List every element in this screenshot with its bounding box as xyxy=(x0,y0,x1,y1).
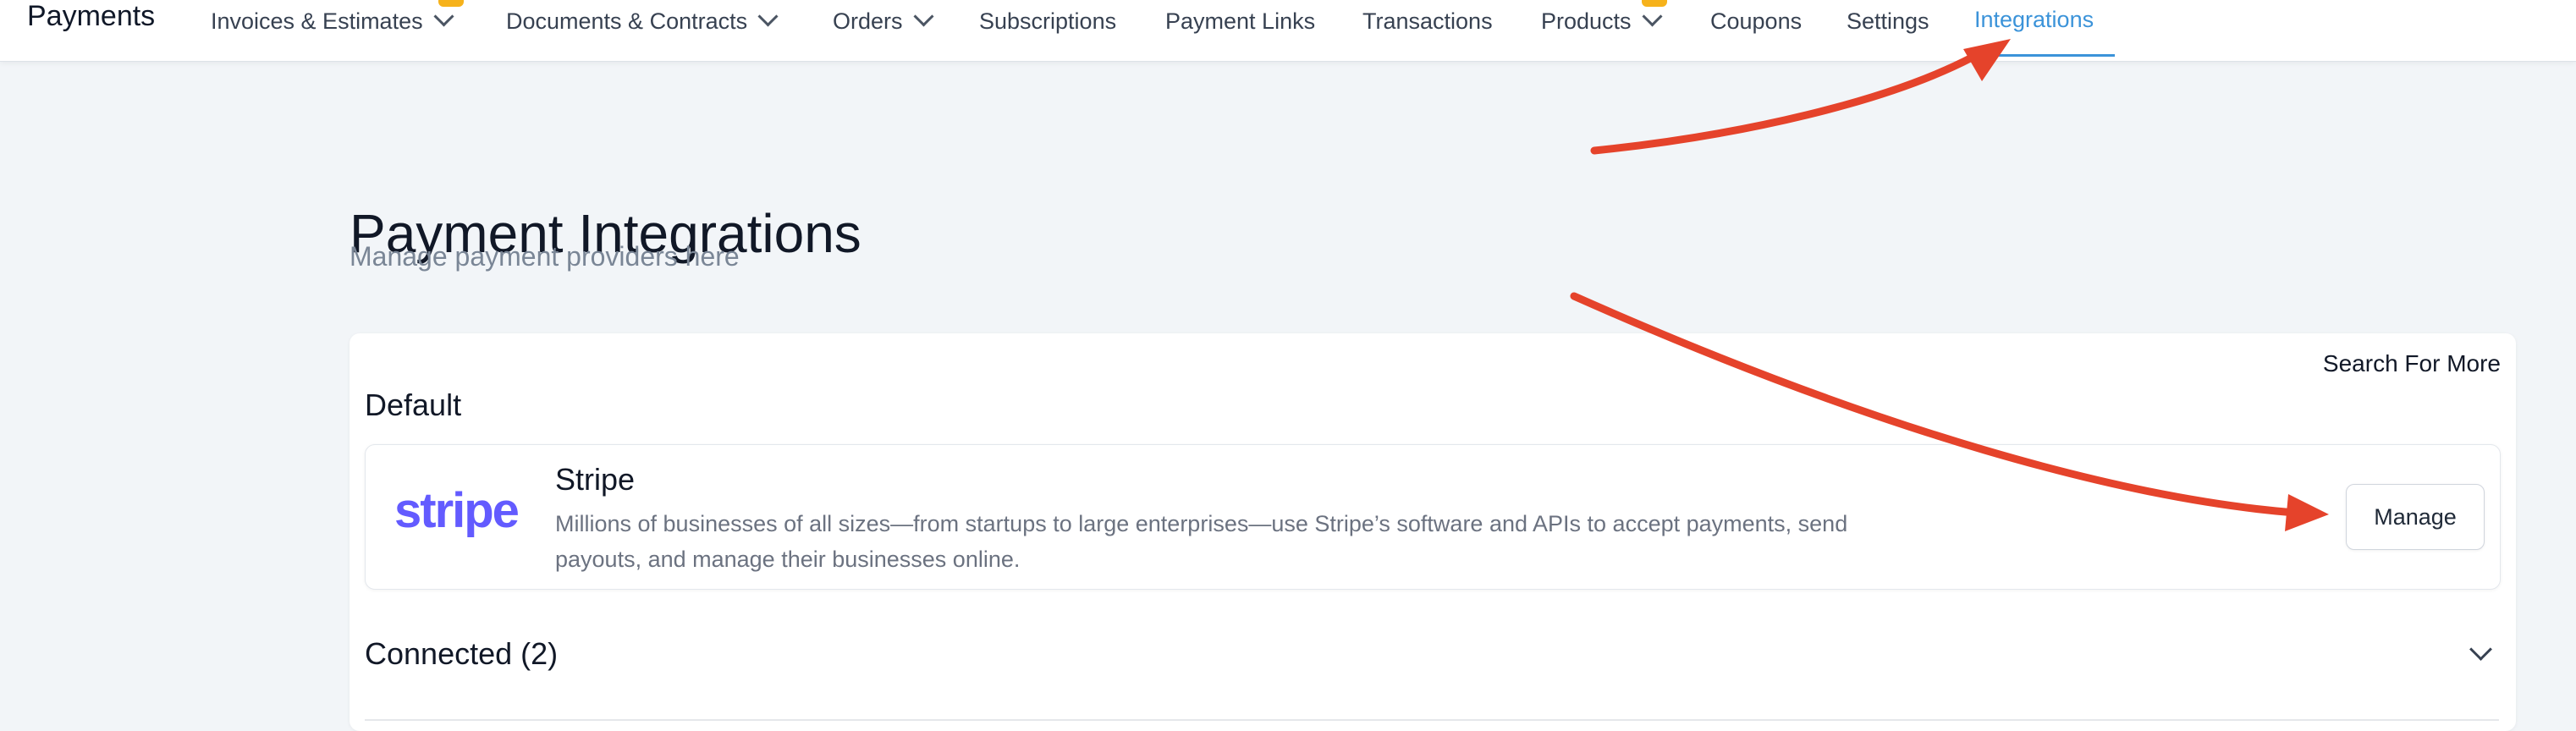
default-section-heading: Default xyxy=(365,387,462,422)
new-badge xyxy=(438,0,464,7)
top-navigation-bar: Payments Invoices & Estimates Documents … xyxy=(0,0,2576,62)
connected-section-toggle[interactable]: Connected (2) xyxy=(365,636,558,672)
provider-name: Stripe xyxy=(555,462,636,497)
chevron-down-icon xyxy=(913,6,934,27)
nav-payment-links[interactable]: Payment Links xyxy=(1165,8,1315,35)
nav-subscriptions[interactable]: Subscriptions xyxy=(979,8,1116,35)
nav-orders-label: Orders xyxy=(833,8,903,34)
nav-coupons-label: Coupons xyxy=(1710,8,1803,34)
nav-subscriptions-label: Subscriptions xyxy=(979,8,1117,34)
nav-documents-contracts-label: Documents & Contracts xyxy=(506,8,748,34)
nav-integrations-label: Integrations xyxy=(1974,7,2094,32)
nav-documents-contracts[interactable]: Documents & Contracts xyxy=(506,6,779,35)
nav-products[interactable]: Products xyxy=(1541,6,1663,35)
nav-orders[interactable]: Orders xyxy=(833,6,934,35)
nav-settings[interactable]: Settings xyxy=(1847,8,1929,35)
provider-description: Millions of businesses of all sizes—from… xyxy=(555,511,1848,572)
nav-integrations[interactable]: Integrations xyxy=(1974,7,2094,33)
new-badge xyxy=(1642,0,1667,7)
page-subtitle: Manage payment providers here xyxy=(350,241,740,272)
nav-coupons[interactable]: Coupons xyxy=(1710,8,1802,35)
stripe-provider-row: stripe Stripe Millions of businesses of … xyxy=(365,444,2501,590)
nav-products-label: Products xyxy=(1541,8,1632,34)
chevron-down-icon xyxy=(757,6,779,27)
nav-invoices-estimates-label: Invoices & Estimates xyxy=(211,8,423,34)
annotation-arrow-1 xyxy=(1590,53,1976,155)
manage-button[interactable]: Manage xyxy=(2346,484,2485,550)
divider xyxy=(365,719,2499,721)
nav-transactions-label: Transactions xyxy=(1362,8,1493,34)
nav-payment-links-label: Payment Links xyxy=(1165,8,1316,34)
chevron-down-icon xyxy=(433,6,454,27)
app-title: Payments xyxy=(27,0,156,32)
chevron-down-icon[interactable] xyxy=(2469,638,2492,661)
integrations-card: Search For More Default stripe Stripe Mi… xyxy=(350,333,2516,731)
nav-transactions[interactable]: Transactions xyxy=(1362,8,1493,35)
nav-invoices-estimates[interactable]: Invoices & Estimates xyxy=(211,6,454,35)
active-tab-indicator xyxy=(1974,54,2115,57)
nav-settings-label: Settings xyxy=(1847,8,1929,34)
search-for-more-link[interactable]: Search For More xyxy=(2323,350,2501,377)
chevron-down-icon xyxy=(1642,6,1663,27)
stripe-logo: stripe xyxy=(394,483,520,538)
